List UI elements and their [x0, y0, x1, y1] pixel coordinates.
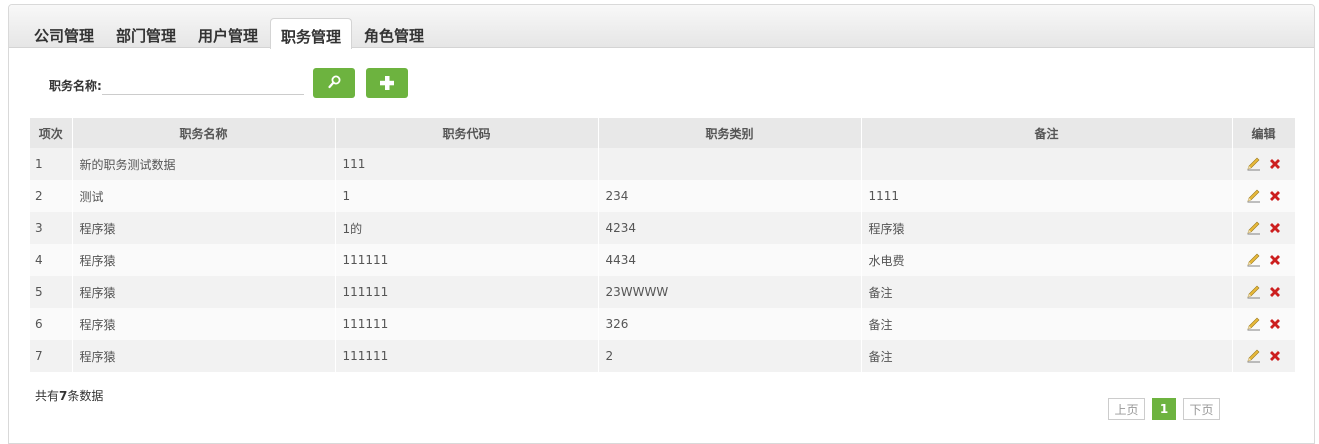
cell-position-category: 4434 [598, 244, 862, 276]
cell-position-code: 111111 [335, 276, 599, 308]
cell-edit-actions [1232, 180, 1296, 212]
table-row: 6 程序猿 111111 326 备注 [30, 308, 1296, 340]
pencil-icon[interactable] [1245, 348, 1261, 364]
cell-remarks [861, 148, 1233, 180]
cell-edit-actions [1232, 276, 1296, 308]
tab-user-management[interactable]: 用户管理 [190, 18, 266, 48]
position-management-panel: 公司管理 部门管理 用户管理 职务管理 角色管理 职务名称: 项次 职务名称 职… [8, 4, 1315, 444]
cell-position-code: 1 [335, 180, 599, 212]
tab-position-management[interactable]: 职务管理 [270, 18, 352, 49]
cell-position-category: 326 [598, 308, 862, 340]
red-x-icon[interactable] [1267, 220, 1283, 236]
red-x-icon[interactable] [1267, 348, 1283, 364]
cell-position-code: 1的 [335, 212, 599, 244]
cell-position-name: 程序猿 [72, 308, 336, 340]
pencil-icon[interactable] [1245, 316, 1261, 332]
cell-position-code: 111 [335, 148, 599, 180]
table-row: 1 新的职务测试数据 111 [30, 148, 1296, 180]
table-header-row: 项次 职务名称 职务代码 职务类别 备注 编辑 [30, 118, 1296, 148]
position-name-input[interactable] [102, 73, 304, 95]
cell-position-category: 23WWWW [598, 276, 862, 308]
table-row: 5 程序猿 111111 23WWWW 备注 [30, 276, 1296, 308]
next-page-button[interactable]: 下页 [1183, 398, 1220, 420]
column-header-position-code: 职务代码 [335, 118, 599, 148]
cell-remarks: 1111 [861, 180, 1233, 212]
red-x-icon[interactable] [1267, 284, 1283, 300]
cell-position-name: 测试 [72, 180, 336, 212]
cell-index: 1 [30, 148, 73, 180]
column-header-position-category: 职务类别 [598, 118, 862, 148]
cell-position-name: 程序猿 [72, 212, 336, 244]
cell-position-category: 4234 [598, 212, 862, 244]
cell-remarks: 备注 [861, 308, 1233, 340]
cell-position-category [598, 148, 862, 180]
pencil-icon[interactable] [1245, 156, 1261, 172]
table-row: 4 程序猿 111111 4434 水电费 [30, 244, 1296, 276]
prev-page-button[interactable]: 上页 [1108, 398, 1145, 420]
cell-remarks: 程序猿 [861, 212, 1233, 244]
column-header-remarks: 备注 [861, 118, 1233, 148]
red-x-icon[interactable] [1267, 156, 1283, 172]
tab-role-management[interactable]: 角色管理 [356, 18, 432, 48]
tab-department-management[interactable]: 部门管理 [108, 18, 184, 48]
column-header-edit: 编辑 [1232, 118, 1296, 148]
cell-index: 2 [30, 180, 73, 212]
position-table: 项次 职务名称 职务代码 职务类别 备注 编辑 1 新的职务测试数据 111 2 测试 1… [30, 118, 1296, 372]
cell-remarks: 水电费 [861, 244, 1233, 276]
cell-index: 6 [30, 308, 73, 340]
pencil-icon[interactable] [1245, 220, 1261, 236]
pencil-icon[interactable] [1245, 188, 1261, 204]
cell-position-name: 程序猿 [72, 340, 336, 372]
cell-position-code: 111111 [335, 340, 599, 372]
cell-index: 7 [30, 340, 73, 372]
cell-edit-actions [1232, 340, 1296, 372]
cell-position-name: 程序猿 [72, 276, 336, 308]
cell-edit-actions [1232, 148, 1296, 180]
cell-index: 5 [30, 276, 73, 308]
cell-index: 3 [30, 212, 73, 244]
cell-edit-actions [1232, 212, 1296, 244]
cell-position-code: 111111 [335, 244, 599, 276]
page-1-button[interactable]: 1 [1152, 398, 1176, 420]
tab-bar: 公司管理 部门管理 用户管理 职务管理 角色管理 [9, 5, 1314, 49]
tab-company-management[interactable]: 公司管理 [26, 18, 102, 48]
red-x-icon[interactable] [1267, 316, 1283, 332]
column-header-index: 项次 [30, 118, 73, 148]
cell-index: 4 [30, 244, 73, 276]
add-position-button[interactable] [366, 68, 408, 98]
cell-edit-actions [1232, 308, 1296, 340]
plus-icon [380, 76, 394, 90]
pencil-icon[interactable] [1245, 252, 1261, 268]
cell-position-name: 新的职务测试数据 [72, 148, 336, 180]
cell-remarks: 备注 [861, 276, 1233, 308]
table-row: 2 测试 1 234 1111 [30, 180, 1296, 212]
cell-edit-actions [1232, 244, 1296, 276]
pencil-icon[interactable] [1245, 284, 1261, 300]
search-button[interactable] [313, 68, 355, 98]
record-count-prefix: 共有 [35, 389, 60, 403]
cell-remarks: 备注 [861, 340, 1233, 372]
column-header-position-name: 职务名称 [72, 118, 336, 148]
table-row: 7 程序猿 111111 2 备注 [30, 340, 1296, 372]
cell-position-category: 234 [598, 180, 862, 212]
red-x-icon[interactable] [1267, 252, 1283, 268]
record-count-suffix: 条数据 [67, 389, 104, 403]
position-name-label: 职务名称: [49, 79, 102, 93]
magnifier-icon [328, 75, 341, 89]
cell-position-name: 程序猿 [72, 244, 336, 276]
cell-position-code: 111111 [335, 308, 599, 340]
cell-position-category: 2 [598, 340, 862, 372]
red-x-icon[interactable] [1267, 188, 1283, 204]
record-count: 共有7条数据 [35, 387, 103, 404]
table-row: 3 程序猿 1的 4234 程序猿 [30, 212, 1296, 244]
